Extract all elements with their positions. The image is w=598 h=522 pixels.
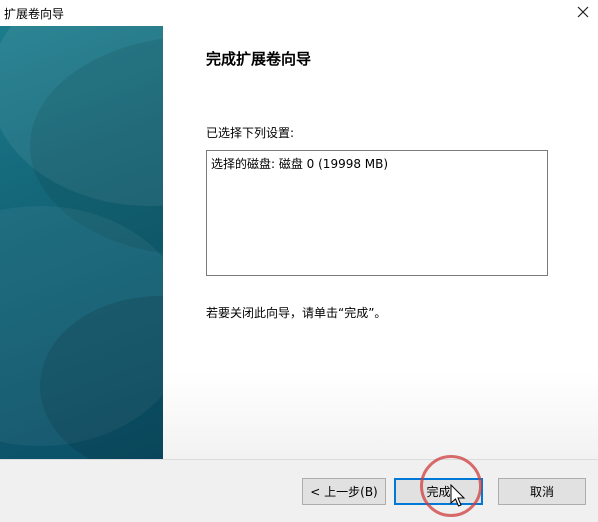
window-title: 扩展卷向导 [4,7,65,21]
extend-volume-wizard-window: 扩展卷向导 完成扩展卷向导 已选择下列设置: 选择的磁盘: 磁盘 0 (1999… [0,0,598,522]
close-icon [577,6,589,21]
finish-button[interactable]: 完成 [394,478,483,505]
wizard-content: 完成扩展卷向导 已选择下列设置: 选择的磁盘: 磁盘 0 (19998 MB) … [163,26,598,459]
back-button[interactable]: < 上一步(B) [302,478,386,505]
back-button-label: < 上一步(B) [310,485,378,499]
settings-line: 选择的磁盘: 磁盘 0 (19998 MB) [211,157,389,171]
finish-button-label: 完成 [426,485,451,499]
selected-settings-box[interactable]: 选择的磁盘: 磁盘 0 (19998 MB) [206,150,548,276]
wizard-side-banner [0,26,163,459]
close-button[interactable] [568,0,598,26]
page-title: 完成扩展卷向导 [206,50,312,68]
cancel-button[interactable]: 取消 [498,478,586,505]
title-bar: 扩展卷向导 [0,0,598,26]
selected-settings-label: 已选择下列设置: [206,126,295,140]
finish-instruction: 若要关闭此向导，请单击“完成”。 [206,306,387,320]
cancel-button-label: 取消 [529,485,554,499]
